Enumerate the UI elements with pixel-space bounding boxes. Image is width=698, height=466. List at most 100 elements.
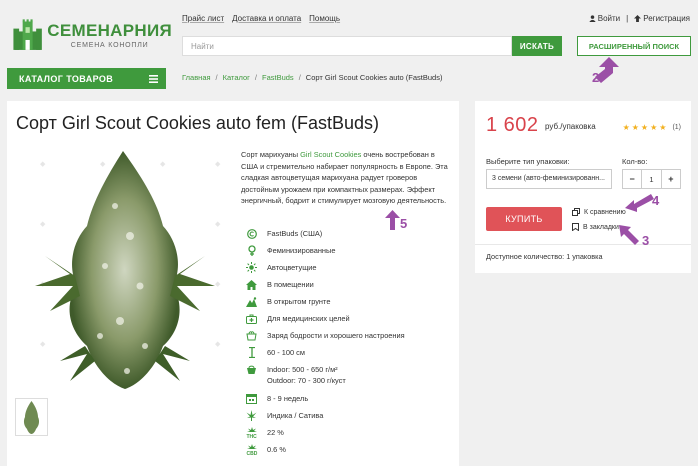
compare-link[interactable]: К сравнению	[572, 208, 626, 216]
hamburger-icon	[149, 74, 158, 83]
svg-text:◆: ◆	[40, 341, 46, 348]
harvest-icon	[247, 365, 256, 374]
bookmark-icon	[572, 223, 579, 231]
svg-text:◆: ◆	[40, 161, 46, 168]
annotation-2: 2	[591, 57, 621, 86]
quantity-minus-button[interactable]: −	[623, 170, 641, 188]
svg-text:◆: ◆	[100, 161, 106, 168]
cannabis-bud-image: ◆◆◆◆ ◆◆ ◆◆ ◆◆	[35, 151, 221, 389]
feature-flowering-type: Автоцветущие	[245, 261, 455, 278]
pack-type-select[interactable]: 3 семени (авто-феминизированн...	[486, 169, 612, 189]
star-icon: ★	[631, 123, 639, 132]
feature-text: В открытом грунте	[267, 297, 331, 306]
sun-icon	[246, 262, 257, 273]
feature-text: 0.6 %	[267, 445, 286, 454]
feature-medical: Для медицинских целей	[245, 312, 455, 329]
breadcrumb: Главная / Каталог / FastBuds / Сорт Girl…	[182, 73, 442, 82]
register-label: Регистрация	[643, 14, 690, 23]
product-card: Сорт Girl Scout Cookies auto fem (FastBu…	[7, 101, 459, 466]
breadcrumb-fastbuds[interactable]: FastBuds	[262, 73, 294, 82]
price-unit: руб./упаковка	[545, 122, 596, 131]
bookmark-link[interactable]: В закладки	[572, 223, 619, 231]
svg-text:◆: ◆	[40, 221, 46, 228]
advanced-search-button[interactable]: РАСШИРЕННЫЙ ПОИСК	[577, 36, 691, 56]
search-button[interactable]: ИСКАТЬ	[512, 36, 562, 56]
feature-text: Автоцветущие	[267, 263, 317, 272]
catalog-label: КАТАЛОГ ТОВАРОВ	[19, 73, 114, 84]
feature-text: В помещении	[267, 280, 314, 289]
feature-outdoor: В открытом грунте	[245, 295, 455, 312]
house-icon	[246, 279, 257, 290]
search-input[interactable]: Найти	[182, 36, 512, 56]
register-link[interactable]: Регистрация	[634, 14, 690, 23]
quantity-stepper: − 1 +	[622, 169, 681, 189]
annotation-label: 5	[400, 216, 408, 231]
feature-text: 60 - 100 см	[267, 348, 305, 357]
logo-subtitle: СЕМЕНА КОНОПЛИ	[70, 42, 149, 49]
nav-help[interactable]: Помощь	[309, 14, 340, 23]
annotation-label: 4	[652, 193, 660, 208]
feature-genetics: Индика / Сатива	[245, 409, 455, 426]
svg-text:◆: ◆	[215, 341, 221, 348]
divider	[475, 244, 691, 245]
feature-text: Феминизированные	[267, 246, 336, 255]
feature-yield: Indoor: 500 - 650 г/м² Outdoor: 70 - 300…	[245, 363, 455, 392]
nav-price-list[interactable]: Прайс лист	[182, 14, 224, 23]
mood-icon	[246, 330, 257, 340]
buy-button[interactable]: КУПИТЬ	[486, 207, 562, 231]
breadcrumb-separator: /	[254, 73, 257, 82]
annotation-3: 3	[619, 225, 649, 250]
castle-logo-icon	[13, 19, 42, 50]
leaf-icon	[246, 410, 257, 421]
annotation-label: 3	[642, 233, 650, 248]
nav-delivery[interactable]: Доставка и оплата	[232, 14, 301, 23]
medical-kit-icon	[246, 314, 257, 324]
user-links: Войти | Регистрация	[589, 14, 690, 23]
height-icon	[248, 347, 255, 358]
pack-type-value: 3 семени (авто-феминизированн...	[492, 175, 605, 182]
description-strain-link[interactable]: Girl Scout Cookies	[300, 150, 361, 159]
svg-text:◆: ◆	[160, 161, 166, 168]
feature-sex: Феминизированные	[245, 244, 455, 261]
product-description: Сорт марихуаны Girl Scout Cookies очень …	[241, 149, 451, 207]
site-logo[interactable]: СЕМЕНАРНИЯ СЕМЕНА КОНОПЛИ	[12, 10, 172, 60]
annotation-5: 5	[385, 210, 407, 233]
user-links-divider: |	[626, 14, 629, 23]
quantity-label: Кол-во:	[622, 157, 648, 166]
user-icon	[589, 15, 596, 22]
feature-indoor: В помещении	[245, 278, 455, 295]
breadcrumb-catalog[interactable]: Каталог	[223, 73, 250, 82]
feature-list: FastBuds (США) Феминизированные Автоцвет…	[245, 227, 455, 460]
quantity-plus-button[interactable]: +	[662, 170, 680, 188]
feature-text: 8 - 9 недель	[267, 394, 309, 403]
availability-text: Доступное количество: 1 упаковка	[486, 252, 603, 261]
star-icon: ★	[659, 123, 667, 132]
rating[interactable]: ★ ★ ★ ★ ★ (1)	[623, 123, 681, 132]
breadcrumb-current: Сорт Girl Scout Cookies auto (FastBuds)	[305, 73, 443, 82]
calendar-icon	[246, 394, 257, 404]
star-icon: ★	[622, 123, 630, 132]
star-icon: ★	[650, 123, 658, 132]
star-icon: ★	[640, 123, 649, 132]
feature-breeder: FastBuds (США)	[245, 227, 455, 244]
product-image[interactable]: ◆◆◆◆ ◆◆ ◆◆ ◆◆	[15, 146, 235, 391]
bookmark-label: В закладки	[583, 223, 619, 231]
feature-text-indoor: Indoor: 500 - 650 г/м²	[267, 365, 338, 374]
breadcrumb-home[interactable]: Главная	[182, 73, 211, 82]
product-thumbnail[interactable]	[15, 398, 48, 436]
pack-type-label: Выберите тип упаковки:	[486, 157, 570, 166]
rating-count: (1)	[672, 124, 681, 131]
feature-effect: Заряд бодрости и хорошего настроения	[245, 329, 455, 346]
quantity-input[interactable]: 1	[641, 170, 662, 188]
breadcrumb-separator: /	[298, 73, 301, 82]
compare-icon	[572, 208, 580, 216]
catalog-button[interactable]: КАТАЛОГ ТОВАРОВ	[7, 68, 166, 89]
cbd-icon: CBD	[246, 444, 257, 455]
feature-text: Заряд бодрости и хорошего настроения	[267, 331, 405, 340]
login-link[interactable]: Войти	[589, 14, 620, 23]
field-icon	[246, 296, 257, 307]
page-title: Сорт Girl Scout Cookies auto fem (FastBu…	[16, 113, 379, 133]
cannabis-thumbnail-image	[23, 401, 40, 434]
svg-text:◆: ◆	[215, 281, 221, 288]
annotation-arrow-up-icon	[385, 210, 400, 230]
